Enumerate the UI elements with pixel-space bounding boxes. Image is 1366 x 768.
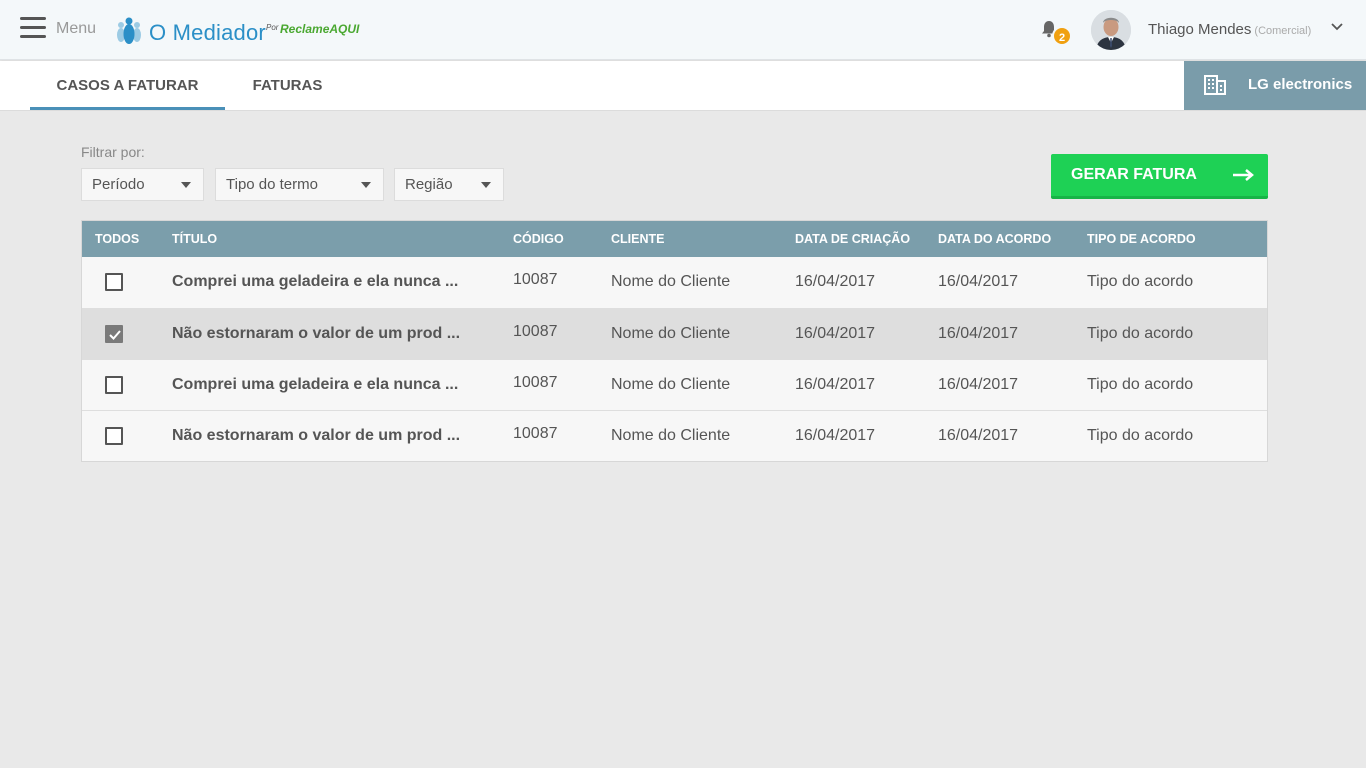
- avatar-image: [1091, 10, 1131, 50]
- arrow-right-icon: [1233, 169, 1254, 181]
- row-cliente: Nome do Cliente: [611, 325, 731, 342]
- row-data-criacao: 16/04/2017: [795, 273, 876, 290]
- user-role: (Comercial): [1254, 25, 1312, 37]
- header-codigo: CÓDIGO: [513, 232, 564, 246]
- hamburger-menu-icon[interactable]: [20, 17, 46, 41]
- header-todos[interactable]: TODOS: [95, 232, 139, 246]
- header-data-acordo: DATA DO ACORDO: [938, 232, 1052, 246]
- row-tipo-acordo: Tipo do acordo: [1087, 376, 1194, 393]
- regiao-select-value: Região: [405, 176, 453, 193]
- table-row[interactable]: Não estornaram o valor de um prod ... 10…: [82, 410, 1267, 461]
- notification-badge: 2: [1052, 26, 1072, 46]
- row-checkbox[interactable]: [105, 273, 123, 291]
- caret-down-icon: [481, 182, 491, 188]
- table-row[interactable]: Comprei uma geladeira e ela nunca ... 10…: [82, 359, 1267, 410]
- row-tipo-acordo: Tipo do acordo: [1087, 427, 1194, 444]
- row-titulo: Comprei uma geladeira e ela nunca ...: [172, 273, 459, 290]
- row-data-criacao: 16/04/2017: [795, 427, 876, 444]
- user-name[interactable]: Thiago Mendes (Comercial): [1148, 21, 1311, 38]
- menu-label[interactable]: Menu: [56, 20, 96, 38]
- table-row[interactable]: Comprei uma geladeira e ela nunca ... 10…: [82, 257, 1267, 308]
- row-titulo: Comprei uma geladeira e ela nunca ...: [172, 376, 459, 393]
- header-tipo-acordo: TIPO DE ACORDO: [1087, 232, 1196, 246]
- row-tipo-acordo: Tipo do acordo: [1087, 273, 1194, 290]
- row-tipo-acordo: Tipo do acordo: [1087, 325, 1194, 342]
- row-titulo: Não estornaram o valor de um prod ...: [172, 427, 461, 444]
- row-cliente: Nome do Cliente: [611, 273, 731, 290]
- tipo-termo-select[interactable]: Tipo do termo: [215, 168, 384, 201]
- table-row[interactable]: Não estornaram o valor de um prod ... 10…: [82, 308, 1267, 359]
- header-titulo: TÍTULO: [172, 232, 218, 246]
- caret-down-icon: [181, 182, 191, 188]
- row-codigo: 10087: [513, 271, 558, 288]
- tipo-termo-select-value: Tipo do termo: [226, 176, 318, 193]
- avatar[interactable]: [1091, 10, 1131, 50]
- row-codigo: 10087: [513, 374, 558, 391]
- row-checkbox[interactable]: [105, 325, 123, 343]
- row-checkbox[interactable]: [105, 427, 123, 445]
- row-data-criacao: 16/04/2017: [795, 325, 876, 342]
- row-cliente: Nome do Cliente: [611, 427, 731, 444]
- periodo-select[interactable]: Período: [81, 168, 204, 201]
- header-data-criacao: DATA DE CRIAÇÃO: [795, 232, 911, 246]
- row-data-acordo: 16/04/2017: [938, 273, 1019, 290]
- periodo-select-value: Período: [92, 176, 145, 193]
- building-icon: [1204, 75, 1226, 95]
- regiao-select[interactable]: Região: [394, 168, 504, 201]
- row-data-acordo: 16/04/2017: [938, 427, 1019, 444]
- row-titulo: Não estornaram o valor de um prod ...: [172, 325, 461, 342]
- row-data-acordo: 16/04/2017: [938, 325, 1019, 342]
- tab-casos-a-faturar[interactable]: CASOS A FATURAR: [30, 61, 225, 110]
- header-cliente: CLIENTE: [611, 232, 665, 246]
- reclameaqui-logo: ReclameAQUI: [280, 22, 360, 36]
- checkmark-icon: [109, 330, 121, 340]
- tabs-bar: CASOS A FATURAR FATURAS LG electronics: [0, 61, 1366, 111]
- casos-table: TODOS TÍTULO CÓDIGO CLIENTE DATA DE CRIA…: [81, 220, 1268, 462]
- company-selector[interactable]: LG electronics: [1184, 61, 1366, 110]
- row-cliente: Nome do Cliente: [611, 376, 731, 393]
- filter-label: Filtrar por:: [81, 144, 145, 160]
- row-codigo: 10087: [513, 323, 558, 340]
- user-name-text: Thiago Mendes: [1148, 21, 1252, 38]
- caret-down-icon: [361, 182, 371, 188]
- company-name: LG electronics: [1248, 76, 1353, 93]
- logo-por: Por: [266, 23, 279, 32]
- chevron-down-icon[interactable]: [1330, 20, 1344, 34]
- gerar-fatura-button[interactable]: GERAR FATURA: [1051, 154, 1268, 199]
- table-header: TODOS TÍTULO CÓDIGO CLIENTE DATA DE CRIA…: [82, 221, 1267, 257]
- row-checkbox[interactable]: [105, 376, 123, 394]
- mediador-logo-icon: [117, 17, 141, 44]
- row-codigo: 10087: [513, 425, 558, 442]
- row-data-criacao: 16/04/2017: [795, 376, 876, 393]
- logo-text: O Mediador: [149, 20, 266, 45]
- gerar-fatura-label: GERAR FATURA: [1071, 166, 1197, 183]
- tab-faturas[interactable]: FATURAS: [225, 61, 350, 110]
- row-data-acordo: 16/04/2017: [938, 376, 1019, 393]
- top-bar: Menu O Mediador Por ReclameAQUI 2 Thiago…: [0, 0, 1366, 60]
